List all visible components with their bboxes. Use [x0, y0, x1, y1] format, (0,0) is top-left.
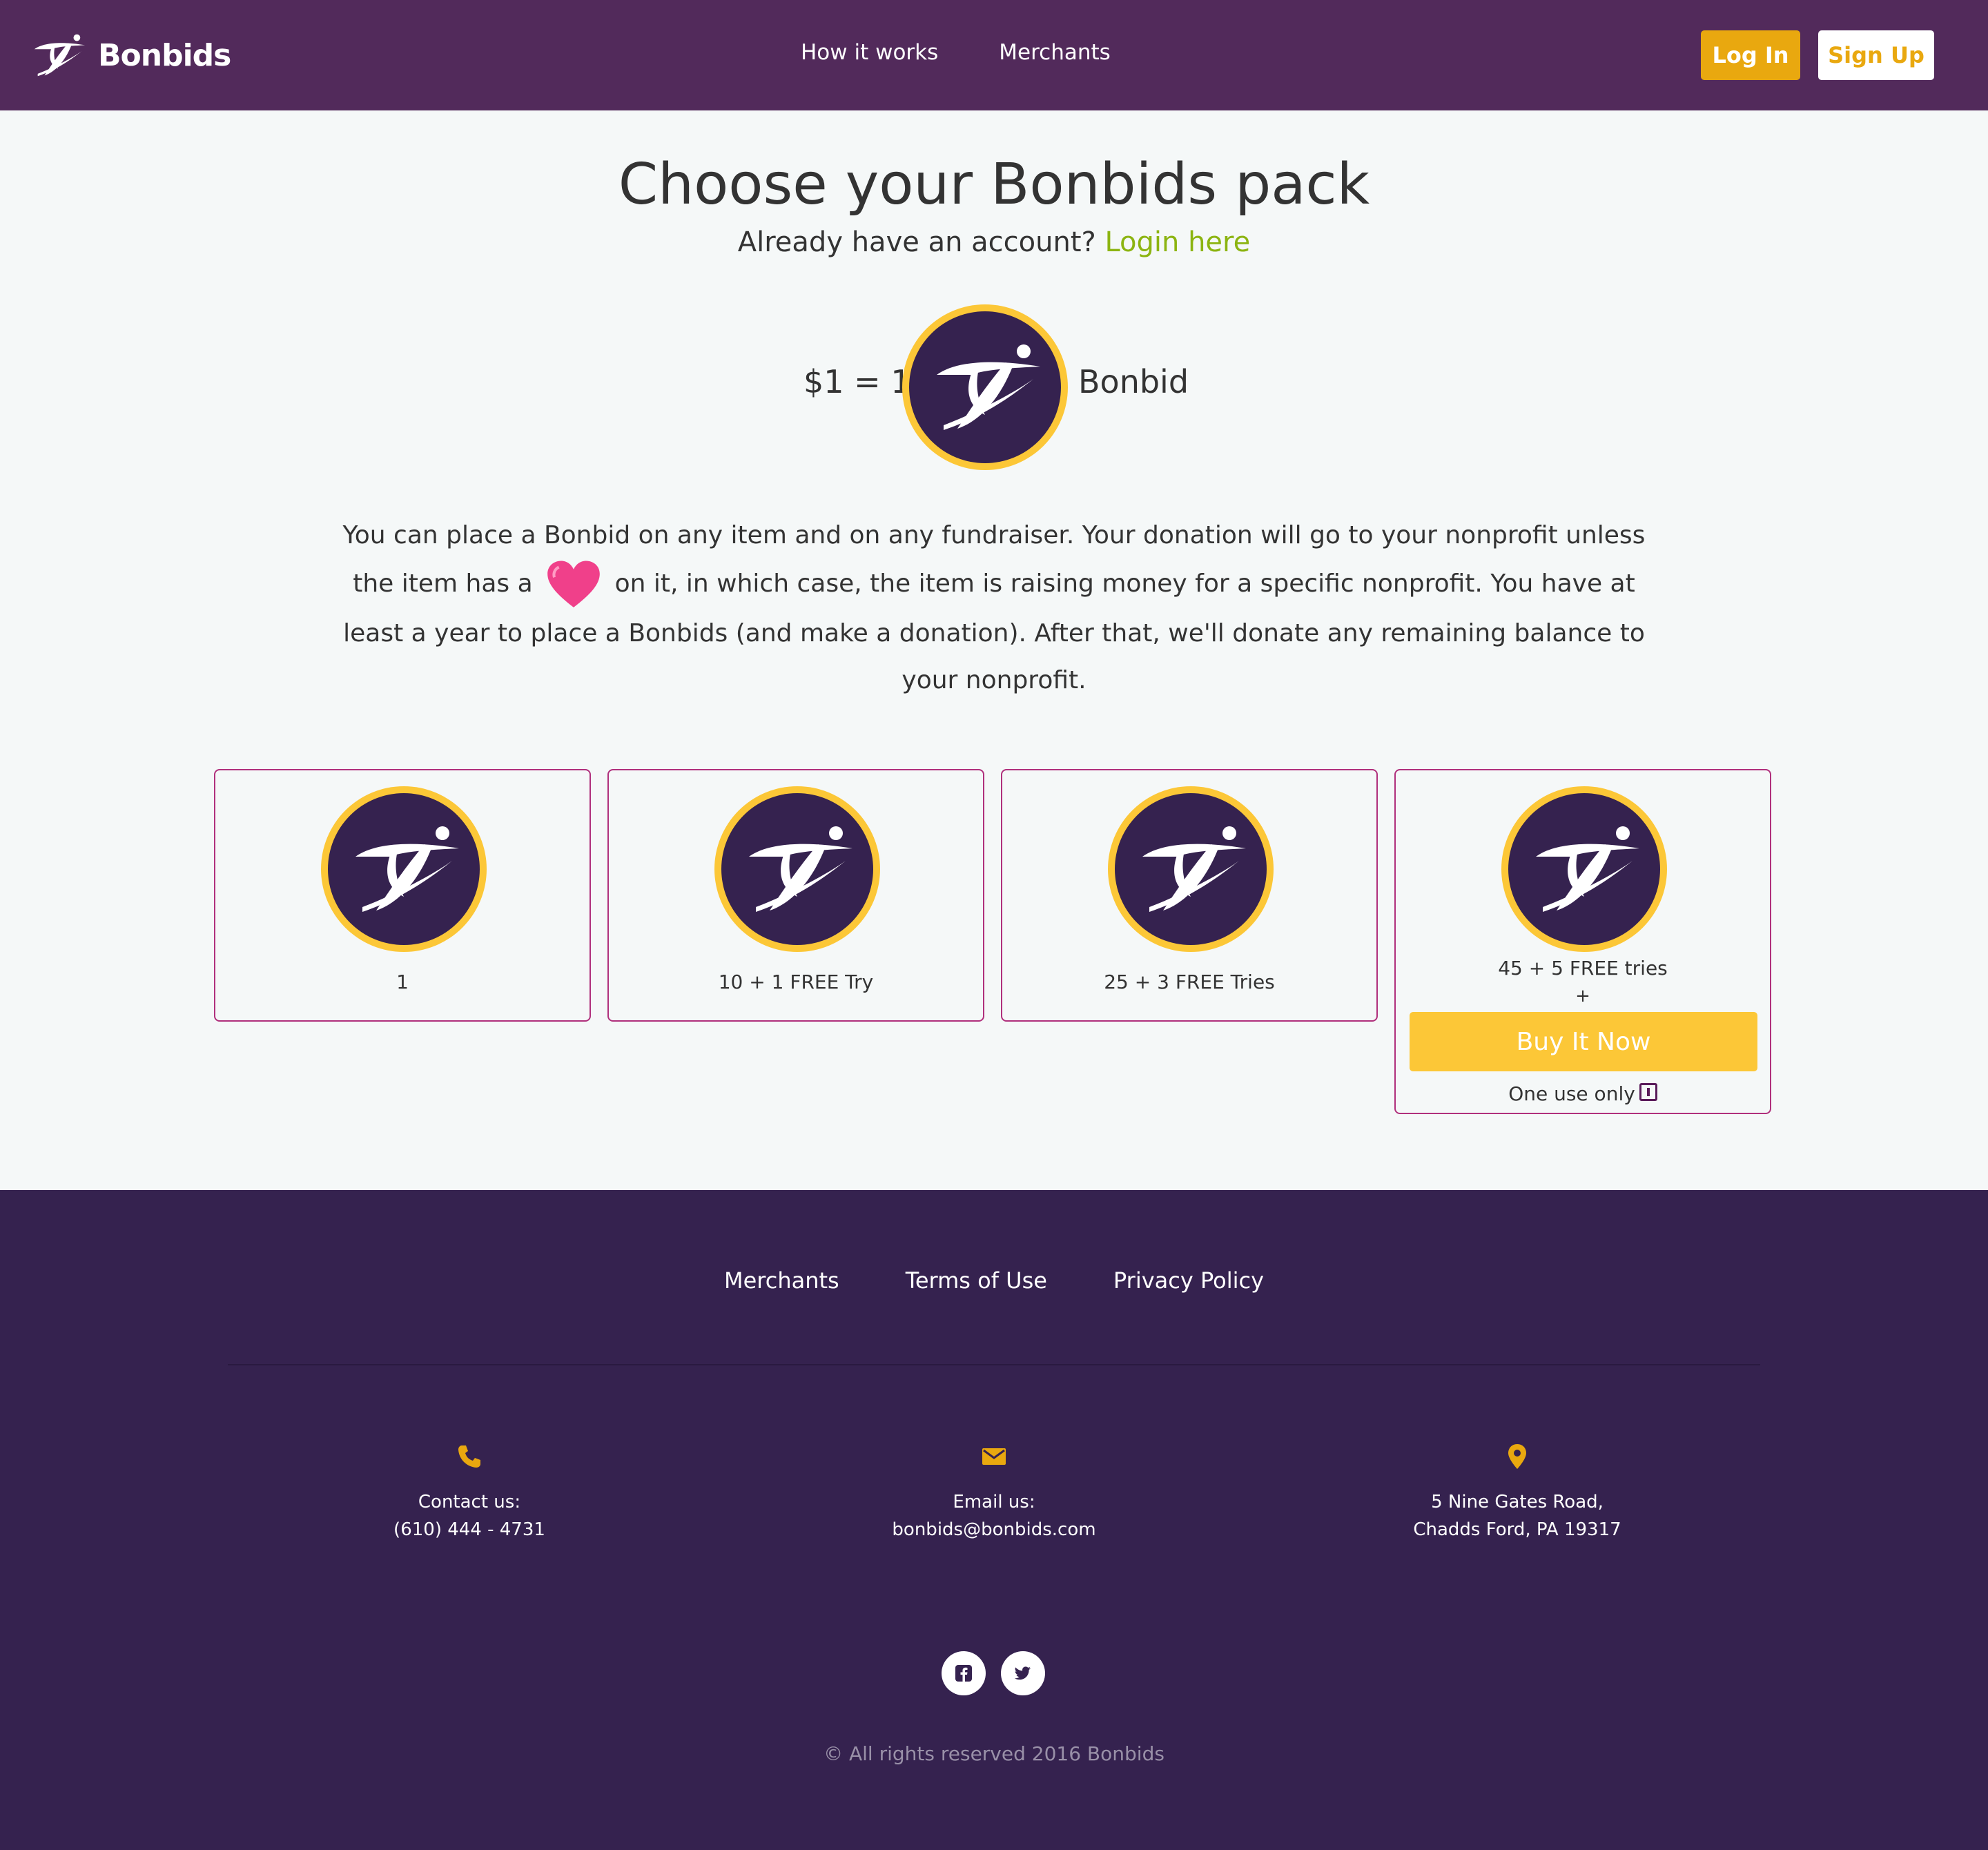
pack-card-1[interactable]: 1	[214, 769, 591, 1022]
footer-divider	[228, 1364, 1760, 1365]
phone-icon	[458, 1445, 480, 1468]
signup-button[interactable]: Sign Up	[1818, 30, 1934, 80]
pack-label: 1	[396, 971, 409, 993]
bonbid-coin-icon	[1106, 784, 1276, 954]
footer-email: Email us: bonbids@bonbids.com	[821, 1443, 1167, 1544]
account-prompt-text: Already have an account?	[737, 226, 1105, 258]
bonbid-coin-icon	[319, 784, 489, 954]
address-line-1: 5 Nine Gates Road,	[1431, 1492, 1604, 1512]
top-navbar: Bonbids How it works Merchants Log In Si…	[0, 0, 1988, 110]
rate-text-right: Bonbid	[1078, 363, 1189, 400]
email-label: Email us:	[953, 1492, 1035, 1512]
pack-card-10[interactable]: 10 + 1 FREE Try	[607, 769, 984, 1022]
bonbid-coin-icon	[900, 302, 1070, 472]
pack-label: 10 + 1 FREE Try	[718, 971, 874, 993]
runner-logo-icon	[34, 34, 86, 77]
facebook-icon[interactable]	[942, 1651, 986, 1695]
contact-label: Contact us:	[418, 1492, 521, 1512]
social-links	[942, 1651, 1045, 1695]
copyright: © All rights reserved 2016 Bonbids	[824, 1742, 1164, 1765]
pack-card-45[interactable]: 45 + 5 FREE tries + Buy It Now One use o…	[1394, 769, 1771, 1114]
bonbid-coin-icon	[712, 784, 882, 954]
address-line-2: Chadds Ford, PA 19317	[1413, 1519, 1621, 1540]
footer-contact: Contact us: (610) 444 - 4731	[297, 1443, 642, 1544]
description-part-2: on it, in which case, the item is raisin…	[343, 569, 1645, 694]
pack-description: You can place a Bonbid on any item and o…	[331, 512, 1657, 704]
page-title: Choose your Bonbids pack	[618, 152, 1370, 217]
account-prompt: Already have an account? Login here	[0, 226, 1988, 258]
footer-link-privacy[interactable]: Privacy Policy	[1113, 1267, 1264, 1294]
twitter-icon[interactable]	[1001, 1651, 1045, 1695]
rate-banner: $1 = 1 Bonbid	[0, 302, 1988, 475]
pack-card-25[interactable]: 25 + 3 FREE Tries	[1001, 769, 1378, 1022]
nav-how-it-works[interactable]: How it works	[801, 40, 938, 65]
login-here-link[interactable]: Login here	[1104, 226, 1250, 258]
mail-icon	[982, 1448, 1006, 1465]
rate-text-left: $1 = 1	[803, 363, 911, 400]
email-address[interactable]: bonbids@bonbids.com	[821, 1516, 1167, 1544]
footer-links: Merchants Terms of Use Privacy Policy	[0, 1267, 1988, 1294]
one-use-text: One use only	[1508, 1082, 1635, 1105]
footer-address: 5 Nine Gates Road, Chadds Ford, PA 19317	[1345, 1443, 1690, 1544]
one-use-note: One use only	[1396, 1082, 1770, 1105]
pack-plus: +	[1575, 986, 1590, 1006]
bonbid-coin-icon	[1499, 784, 1669, 954]
bonbids-logo[interactable]: Bonbids	[21, 25, 231, 86]
location-pin-icon	[1508, 1444, 1526, 1469]
main-nav: How it works Merchants	[801, 40, 1111, 65]
footer-link-merchants[interactable]: Merchants	[724, 1267, 839, 1294]
pack-label: 25 + 3 FREE Tries	[1104, 971, 1275, 993]
pack-label: 45 + 5 FREE tries	[1498, 957, 1668, 980]
footer: Merchants Terms of Use Privacy Policy Co…	[0, 1190, 1988, 1850]
twitter-glyph	[1014, 1666, 1031, 1680]
footer-link-terms[interactable]: Terms of Use	[906, 1267, 1047, 1294]
nav-merchants[interactable]: Merchants	[999, 40, 1111, 65]
facebook-glyph	[955, 1665, 972, 1682]
info-icon[interactable]	[1639, 1083, 1657, 1101]
login-button[interactable]: Log In	[1701, 30, 1800, 80]
heart-icon	[547, 561, 600, 607]
buy-it-now-button[interactable]: Buy It Now	[1410, 1012, 1757, 1071]
brand-name: Bonbids	[98, 37, 231, 73]
contact-phone[interactable]: (610) 444 - 4731	[297, 1516, 642, 1544]
